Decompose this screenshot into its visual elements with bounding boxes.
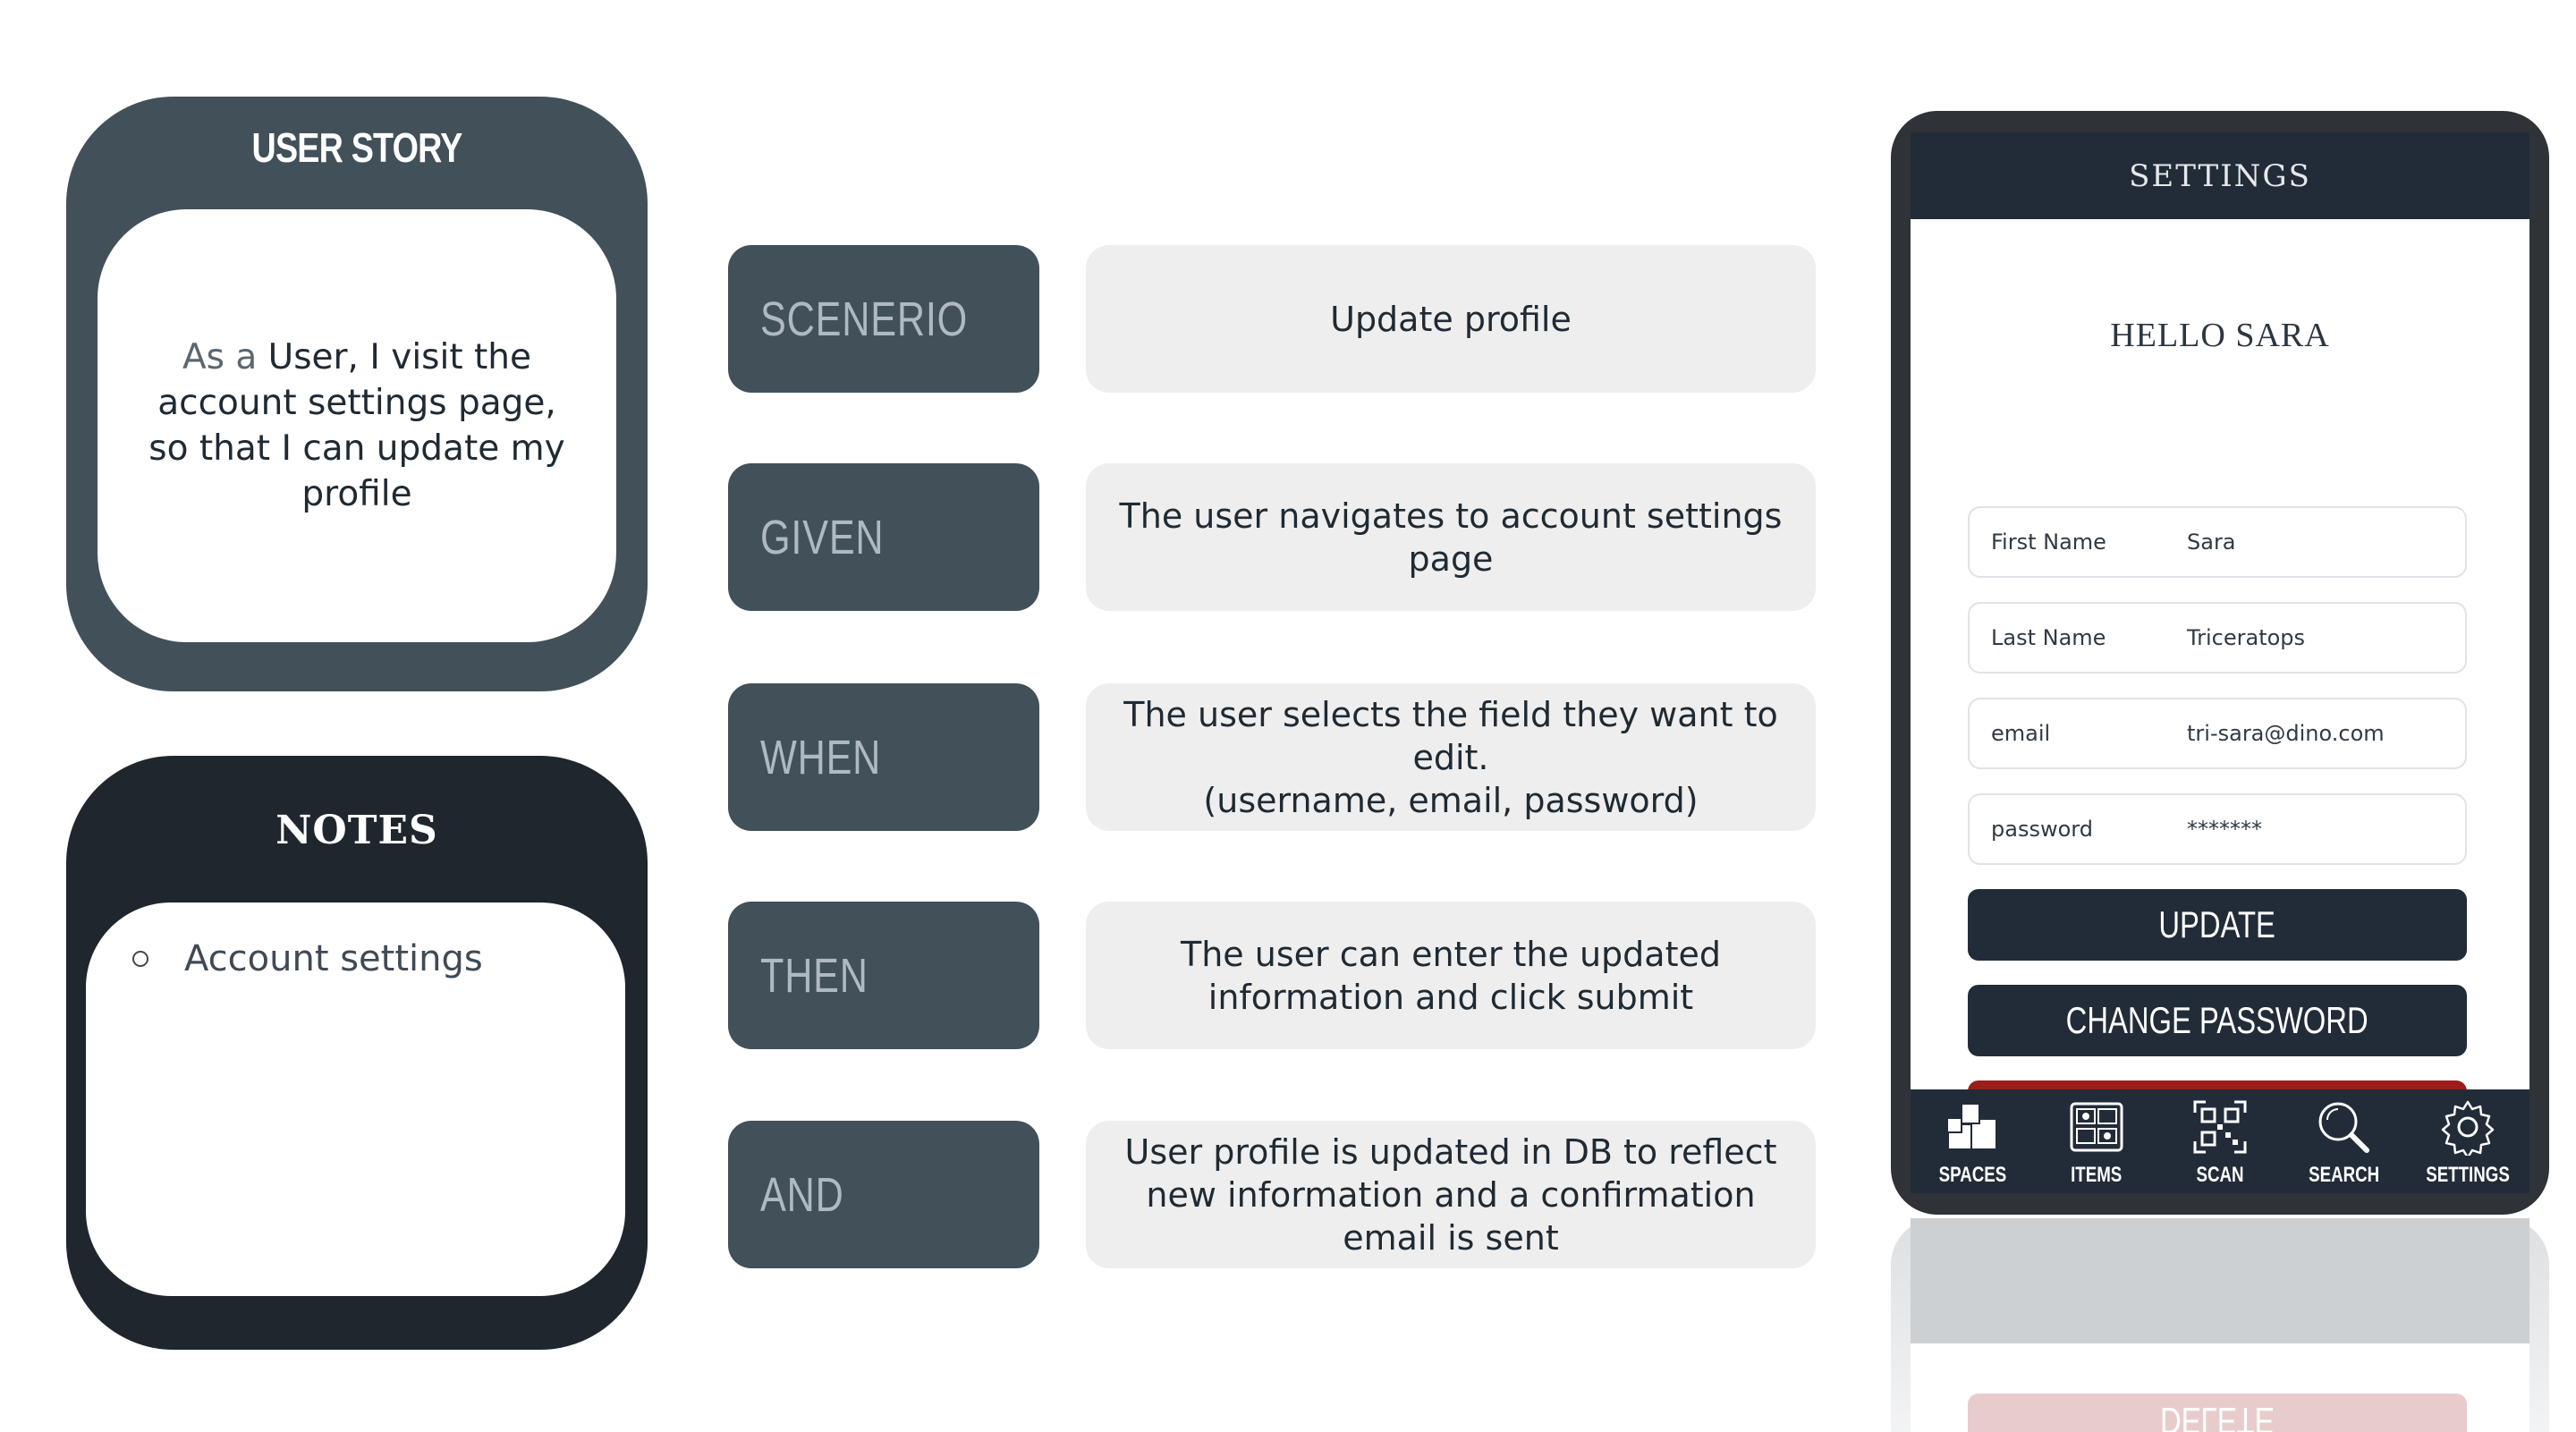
when-text: The user selects the field they want to … (1086, 683, 1816, 831)
tab-spaces[interactable]: SPACES (1911, 1089, 2034, 1193)
password-field[interactable]: password ******* (1968, 793, 2467, 865)
phone-reflection: DELETE (1891, 1218, 2549, 1432)
reflection-delete-button: DELETE (1968, 1394, 2467, 1432)
email-value[interactable]: tri-sara@dino.com (2187, 721, 2385, 746)
then-text: The user can enter the updated informati… (1086, 902, 1816, 1049)
last-name-label: Last Name (1991, 625, 2106, 650)
bottom-tab-bar: SPACES ITEMS SCAN SEARCH SETTINGS (1911, 1089, 2529, 1193)
user-story-text: As a User, I visit the account settings … (142, 335, 572, 517)
tab-settings-label: SETTINGS (2426, 1163, 2510, 1187)
first-name-field[interactable]: First Name Sara (1968, 506, 2467, 578)
notes-list-item: Account settings (132, 938, 483, 979)
user-story-title: USER STORY (251, 124, 463, 171)
tab-search[interactable]: SEARCH (2282, 1089, 2405, 1193)
first-name-value[interactable]: Sara (2187, 530, 2236, 555)
when-label: WHEN (728, 683, 1039, 831)
spaces-icon (1946, 1103, 1996, 1148)
screen-title: SETTINGS (2129, 157, 2311, 194)
tab-scan[interactable]: SCAN (2158, 1089, 2282, 1193)
email-label: email (1991, 721, 2051, 746)
search-icon (2318, 1102, 2370, 1153)
user-story-prefix: As a (182, 337, 258, 377)
notes-item-text: Account settings (184, 938, 483, 979)
password-label: password (1991, 817, 2093, 842)
email-field[interactable]: email tri-sara@dino.com (1968, 698, 2467, 769)
notes-card: NOTES Account settings (66, 756, 648, 1350)
last-name-value[interactable]: Triceratops (2187, 625, 2305, 650)
qr-scan-icon (2193, 1100, 2247, 1154)
update-button[interactable]: UPDATE (1968, 889, 2467, 961)
scenario-label: SCENERIO (728, 245, 1039, 393)
user-story-body: As a User, I visit the account settings … (97, 209, 616, 642)
user-story-card: USER STORY As a User, I visit the accoun… (66, 97, 648, 691)
last-name-field[interactable]: Last Name Triceratops (1968, 602, 2467, 674)
bullet-circle-icon (132, 951, 148, 967)
notes-title: NOTES (275, 808, 438, 853)
tab-items[interactable]: ITEMS (2034, 1089, 2157, 1193)
then-label: THEN (728, 902, 1039, 1049)
items-icon (2070, 1102, 2123, 1152)
screen-header: SETTINGS (1911, 132, 2529, 219)
password-value[interactable]: ******* (2187, 817, 2262, 842)
tab-settings[interactable]: SETTINGS (2406, 1089, 2529, 1193)
greeting: HELLO SARA (2110, 317, 2330, 354)
tab-spaces-label: SPACES (1938, 1163, 2006, 1187)
notes-body: Account settings (86, 902, 625, 1296)
given-text: The user navigates to account settings p… (1086, 463, 1816, 611)
scenario-text: Update profile (1086, 245, 1816, 393)
tab-items-label: ITEMS (2071, 1163, 2123, 1187)
given-label: GIVEN (728, 463, 1039, 611)
tab-search-label: SEARCH (2308, 1163, 2379, 1187)
gear-icon (2441, 1100, 2495, 1156)
change-password-button[interactable]: CHANGE PASSWORD (1968, 985, 2467, 1056)
phone-mockup: SETTINGS HELLO SARA First Name Sara Last… (1891, 111, 2549, 1215)
and-text: User profile is updated in DB to reflect… (1086, 1121, 1816, 1268)
reflection-tab-bar (1911, 1218, 2529, 1343)
settings-screen: SETTINGS HELLO SARA First Name Sara Last… (1911, 132, 2529, 1193)
tab-scan-label: SCAN (2196, 1163, 2244, 1187)
and-label: AND (728, 1121, 1039, 1268)
first-name-label: First Name (1991, 530, 2106, 555)
